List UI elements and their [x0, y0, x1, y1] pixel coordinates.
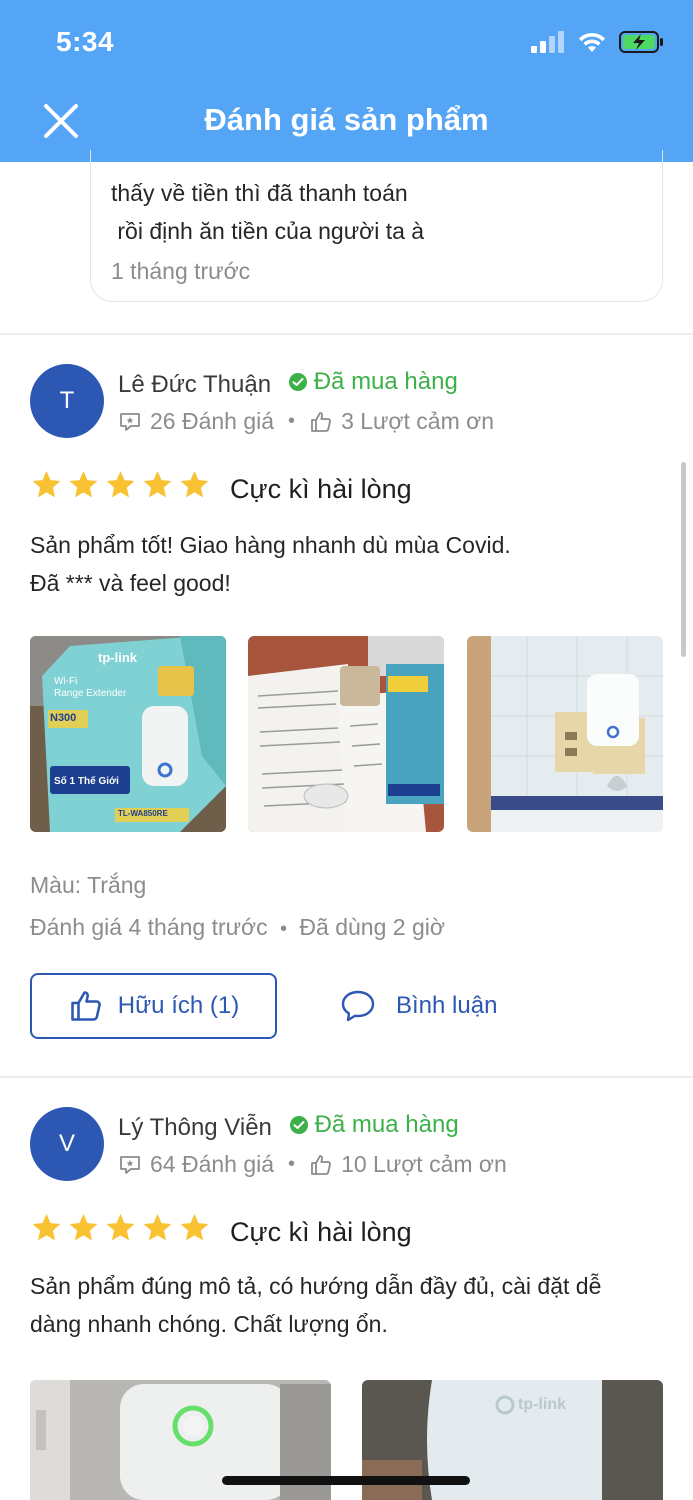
review-time: Đánh giá 4 tháng trước	[30, 914, 268, 940]
comment-label: Bình luận	[396, 992, 498, 1019]
review-photo[interactable]: tp-link Wi-Fi Range Extender N300 Số 1 T…	[30, 636, 226, 832]
reply-comment-line: thấy về tiền thì đã thanh toán	[111, 180, 408, 206]
review-count-icon	[120, 412, 140, 431]
star-rating	[30, 1212, 211, 1244]
purchased-badge: Đã mua hàng	[288, 368, 458, 396]
reply-comment-text: thấy về tiền thì đã thanh toán rồi định …	[111, 174, 642, 250]
divider	[0, 333, 693, 335]
box-line1: Wi-Fi	[54, 676, 78, 687]
reviewer-name[interactable]: Lê Đức Thuận	[118, 371, 271, 398]
purchased-label: Đã mua hàng	[313, 368, 458, 395]
star-icon	[32, 1214, 61, 1241]
photo-brand-text: tp-link	[518, 1396, 566, 1413]
reviewer-stats: 64 Đánh giá • 10 Lượt cảm ơn	[118, 1151, 507, 1178]
wall-outlet-image	[467, 636, 663, 832]
reply-comment-line: rồi định ăn tiền của người ta à	[111, 218, 425, 244]
product-box-image	[30, 636, 226, 832]
rating-label: Cực kì hài lòng	[230, 474, 412, 504]
thumbs-up-icon	[71, 991, 101, 1021]
check-circle-icon	[288, 373, 307, 391]
thumbs-up-icon	[311, 1154, 332, 1175]
review-text-line: Sản phẩm đúng mô tả, có hướng dẫn đầy đủ…	[30, 1273, 602, 1299]
review-text: Sản phẩm đúng mô tả, có hướng dẫn đầy đủ…	[30, 1267, 663, 1343]
review-timestamps: Đánh giá 4 tháng trước • Đã dùng 2 giờ	[30, 914, 445, 941]
divider	[0, 1076, 693, 1078]
star-icon	[106, 471, 135, 498]
helpful-button[interactable]: Hữu ích (1)	[30, 973, 277, 1039]
check-circle-icon	[289, 1116, 308, 1134]
box-line2: Range Extender	[54, 688, 127, 699]
rating-label: Cực kì hài lòng	[230, 1217, 412, 1247]
reviewer-stats: 26 Đánh giá • 3 Lượt cảm ơn	[118, 408, 494, 435]
avatar[interactable]: V	[30, 1107, 104, 1181]
thumbs-up-icon	[311, 411, 332, 432]
document-photo-image	[248, 636, 444, 832]
wifi-icon	[579, 32, 605, 52]
star-icon	[143, 471, 172, 498]
review-count: 64 Đánh giá	[150, 1151, 275, 1177]
star-icon	[32, 471, 61, 498]
reviewer-name[interactable]: Lý Thông Viễn	[118, 1114, 272, 1141]
review-photo[interactable]	[467, 636, 663, 832]
meta-dot: •	[288, 410, 296, 432]
used-time: Đã dùng 2 giờ	[299, 914, 445, 940]
star-icon	[69, 1214, 98, 1241]
top-bar: 5:34 Đánh giá sản phẩm	[0, 0, 693, 162]
helpful-label: Hữu ích (1)	[117, 992, 240, 1019]
star-icon	[69, 471, 98, 498]
review-count: 26 Đánh giá	[150, 408, 275, 434]
purchased-badge: Đã mua hàng	[289, 1111, 459, 1139]
comment-button[interactable]: Bình luận	[340, 973, 497, 1039]
reviewer-name-row: Lý Thông Viễn Đã mua hàng	[118, 1111, 459, 1142]
meta-dot: •	[288, 1153, 296, 1175]
reply-comment-card: thấy về tiền thì đã thanh toán rồi định …	[90, 150, 663, 302]
page-title: Đánh giá sản phẩm	[204, 102, 489, 137]
thanks-count: 3 Lượt cảm ơn	[341, 408, 495, 434]
review-text: Sản phẩm tốt! Giao hàng nhanh dù mùa Cov…	[30, 526, 663, 602]
meta-dot: •	[280, 918, 288, 940]
purchased-label: Đã mua hàng	[314, 1111, 459, 1138]
box-sku: TL-WA850RE	[118, 809, 168, 818]
product-variant: Màu: Trắng	[30, 872, 147, 898]
star-icon	[180, 471, 209, 498]
home-indicator[interactable]	[222, 1476, 470, 1485]
reply-comment-time: 1 tháng trước	[111, 258, 251, 284]
status-time: 5:34	[56, 26, 115, 57]
thanks-count: 10 Lượt cảm ơn	[341, 1151, 507, 1177]
review-photo[interactable]	[248, 636, 444, 832]
comment-bubble-icon	[341, 990, 375, 1022]
scrollbar[interactable]	[681, 462, 686, 657]
star-icon	[143, 1214, 172, 1241]
box-model: N300	[50, 712, 77, 724]
review-text-line: dàng nhanh chóng. Chất lượng ổn.	[30, 1311, 388, 1337]
review-count-icon	[120, 1155, 140, 1174]
battery-charging-icon	[619, 31, 663, 53]
box-badge: Số 1 Thế Giới	[54, 776, 119, 787]
review-text-line: Sản phẩm tốt! Giao hàng nhanh dù mùa Cov…	[30, 532, 511, 558]
avatar[interactable]: T	[30, 364, 104, 438]
review-text-line: Đã *** và feel good!	[30, 570, 231, 596]
box-brand: tp-link	[98, 650, 137, 665]
star-icon	[180, 1214, 209, 1241]
cellular-signal-icon	[531, 31, 564, 53]
star-rating	[30, 469, 211, 501]
status-icons	[531, 30, 665, 54]
star-icon	[106, 1214, 135, 1241]
reviewer-name-row: Lê Đức Thuận Đã mua hàng	[118, 368, 458, 399]
